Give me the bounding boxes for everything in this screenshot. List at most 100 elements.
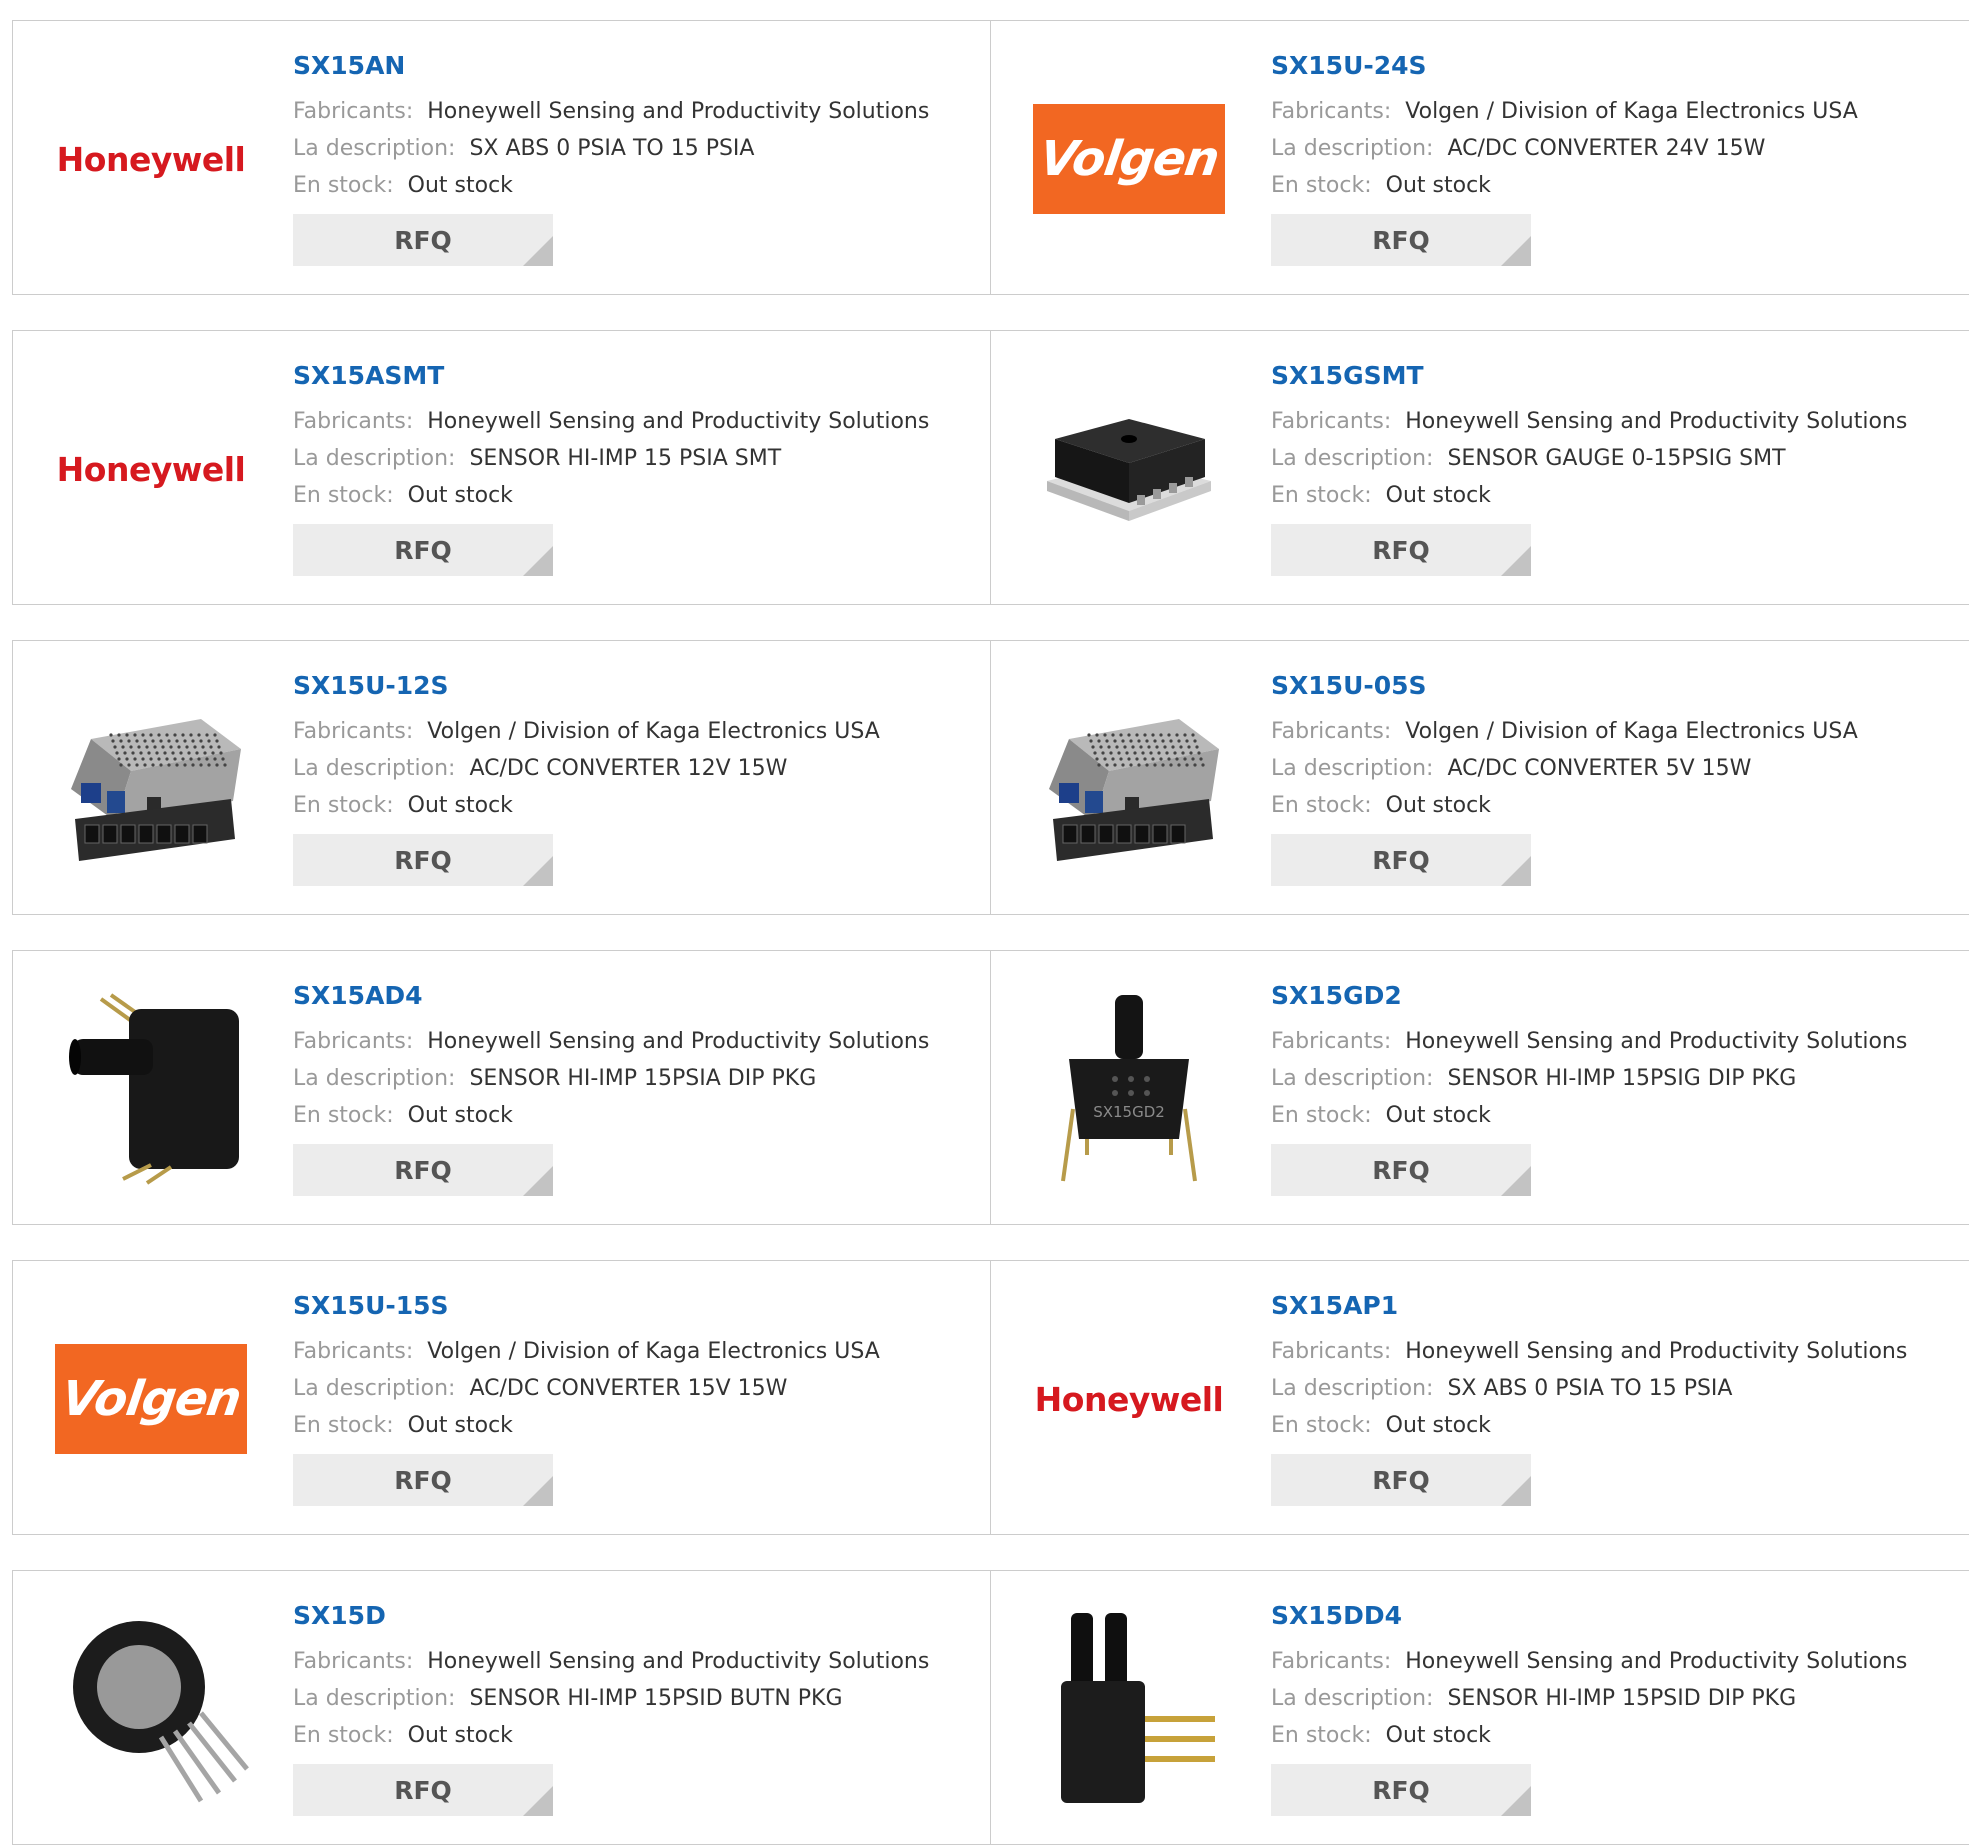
rfq-button[interactable]: RFQ: [1271, 214, 1531, 266]
corner-triangle-icon: [1501, 1166, 1531, 1196]
product-image[interactable]: [51, 1609, 251, 1809]
rfq-label: RFQ: [394, 535, 452, 565]
manufacturer-label: Fabricants:: [293, 1649, 414, 1674]
dip-sensor-front-image: SX15GD2: [1061, 995, 1197, 1182]
corner-triangle-icon: [523, 1476, 553, 1506]
rfq-button[interactable]: RFQ: [293, 834, 553, 886]
rfq-button[interactable]: RFQ: [1271, 834, 1531, 886]
manufacturer-value: Volgen / Division of Kaga Electronics US…: [427, 1339, 880, 1364]
description-row: La description: SENSOR HI-IMP 15PSIG DIP …: [1271, 1060, 1951, 1097]
product-card: SX15D Fabricants: Honeywell Sensing and P…: [12, 1570, 992, 1845]
manufacturer-label: Fabricants:: [1271, 99, 1392, 124]
product-image[interactable]: Volgen: [51, 1299, 251, 1499]
smt-sensor-image: [1047, 419, 1211, 521]
part-number-link[interactable]: SX15U-24S: [1271, 49, 1951, 83]
part-number-link[interactable]: SX15GSMT: [1271, 359, 1951, 393]
stock-label: En stock:: [293, 483, 394, 508]
description-row: La description: SX ABS 0 PSIA TO 15 PSIA: [1271, 1370, 1951, 1407]
volgen-logo: Volgen: [55, 1344, 247, 1454]
product-info: SX15AN Fabricants: Honeywell Sensing and …: [293, 49, 973, 266]
rfq-button[interactable]: RFQ: [293, 1454, 553, 1506]
stock-row: En stock: Out stock: [1271, 1097, 1951, 1134]
manufacturer-row: Fabricants: Honeywell Sensing and Product…: [293, 93, 973, 130]
rfq-button[interactable]: RFQ: [1271, 1764, 1531, 1816]
rfq-button[interactable]: RFQ: [1271, 1454, 1531, 1506]
manufacturer-row: Fabricants: Volgen / Division of Kaga Ele…: [293, 713, 973, 750]
description-label: La description:: [293, 1376, 456, 1401]
product-image[interactable]: SX15GD2: [1029, 989, 1229, 1189]
rfq-button[interactable]: RFQ: [293, 214, 553, 266]
rfq-label: RFQ: [394, 1155, 452, 1185]
product-image[interactable]: [51, 679, 251, 879]
manufacturer-row: Fabricants: Honeywell Sensing and Product…: [1271, 1023, 1951, 1060]
description-label: La description:: [1271, 136, 1434, 161]
corner-triangle-icon: [523, 546, 553, 576]
manufacturer-value: Honeywell Sensing and Productivity Solut…: [1405, 1029, 1908, 1054]
rfq-label: RFQ: [1372, 1775, 1430, 1805]
corner-triangle-icon: [1501, 856, 1531, 886]
stock-value: Out stock: [407, 793, 513, 818]
manufacturer-label: Fabricants:: [293, 1029, 414, 1054]
manufacturer-value: Honeywell Sensing and Productivity Solut…: [427, 1029, 930, 1054]
description-value: SENSOR HI-IMP 15 PSIA SMT: [469, 446, 782, 471]
product-image[interactable]: [1029, 679, 1229, 879]
manufacturer-row: Fabricants: Volgen / Division of Kaga Ele…: [293, 1333, 973, 1370]
part-number-link[interactable]: SX15AN: [293, 49, 973, 83]
part-number-link[interactable]: SX15DD4: [1271, 1599, 1951, 1633]
product-card: Volgen SX15U-24S Fabricants: Volgen / Div…: [990, 20, 1969, 295]
stock-value: Out stock: [1385, 1413, 1491, 1438]
rfq-button[interactable]: RFQ: [293, 1764, 553, 1816]
manufacturer-value: Honeywell Sensing and Productivity Solut…: [1405, 409, 1908, 434]
honeywell-logo: Honeywell: [1034, 1379, 1224, 1419]
manufacturer-label: Fabricants:: [293, 1339, 414, 1364]
part-number-link[interactable]: SX15GD2: [1271, 979, 1951, 1013]
part-number-link[interactable]: SX15U-12S: [293, 669, 973, 703]
rfq-button[interactable]: RFQ: [293, 524, 553, 576]
description-row: La description: SENSOR HI-IMP 15 PSIA SMT: [293, 440, 973, 477]
part-number-link[interactable]: SX15U-15S: [293, 1289, 973, 1323]
description-value: SX ABS 0 PSIA TO 15 PSIA: [469, 136, 755, 161]
stock-row: En stock: Out stock: [293, 477, 973, 514]
manufacturer-value: Volgen / Division of Kaga Electronics US…: [1405, 99, 1858, 124]
rfq-button[interactable]: RFQ: [1271, 524, 1531, 576]
stock-label: En stock:: [1271, 483, 1372, 508]
product-image[interactable]: Honeywell: [51, 369, 251, 569]
product-image[interactable]: [1029, 1609, 1229, 1809]
stock-label: En stock:: [1271, 1413, 1372, 1438]
rfq-button[interactable]: RFQ: [293, 1144, 553, 1196]
product-info: SX15D Fabricants: Honeywell Sensing and P…: [293, 1599, 973, 1816]
product-card: SX15U-12S Fabricants: Volgen / Division o…: [12, 640, 992, 915]
stock-row: En stock: Out stock: [293, 787, 973, 824]
product-image[interactable]: Volgen: [1029, 59, 1229, 259]
manufacturer-label: Fabricants:: [293, 719, 414, 744]
corner-triangle-icon: [1501, 1476, 1531, 1506]
product-image[interactable]: Honeywell: [1029, 1299, 1229, 1499]
part-number-link[interactable]: SX15ASMT: [293, 359, 973, 393]
part-number-link[interactable]: SX15U-05S: [1271, 669, 1951, 703]
product-image[interactable]: [51, 989, 251, 1189]
power-supply-image: [71, 719, 241, 861]
corner-triangle-icon: [523, 236, 553, 266]
stock-value: Out stock: [1385, 793, 1491, 818]
part-number-link[interactable]: SX15D: [293, 1599, 973, 1633]
manufacturer-label: Fabricants:: [1271, 719, 1392, 744]
rfq-label: RFQ: [1372, 225, 1430, 255]
part-number-link[interactable]: SX15AP1: [1271, 1289, 1951, 1323]
product-card: Volgen SX15U-15S Fabricants: Volgen / Div…: [12, 1260, 992, 1535]
corner-triangle-icon: [1501, 1786, 1531, 1816]
rfq-button[interactable]: RFQ: [1271, 1144, 1531, 1196]
product-info: SX15U-05S Fabricants: Volgen / Division o…: [1271, 669, 1951, 886]
description-row: La description: AC/DC CONVERTER 12V 15W: [293, 750, 973, 787]
product-card: SX15U-05S Fabricants: Volgen / Division o…: [990, 640, 1969, 915]
stock-row: En stock: Out stock: [1271, 787, 1951, 824]
part-number-link[interactable]: SX15AD4: [293, 979, 973, 1013]
stock-label: En stock:: [293, 173, 394, 198]
product-image[interactable]: Honeywell: [51, 59, 251, 259]
rfq-label: RFQ: [1372, 535, 1430, 565]
manufacturer-value: Honeywell Sensing and Productivity Solut…: [427, 1649, 930, 1674]
description-value: SENSOR HI-IMP 15PSIA DIP PKG: [469, 1066, 817, 1091]
description-value: AC/DC CONVERTER 24V 15W: [1447, 136, 1766, 161]
honeywell-logo: Honeywell: [56, 139, 246, 179]
product-info: SX15GD2 Fabricants: Honeywell Sensing and…: [1271, 979, 1951, 1196]
product-image[interactable]: [1029, 369, 1229, 569]
